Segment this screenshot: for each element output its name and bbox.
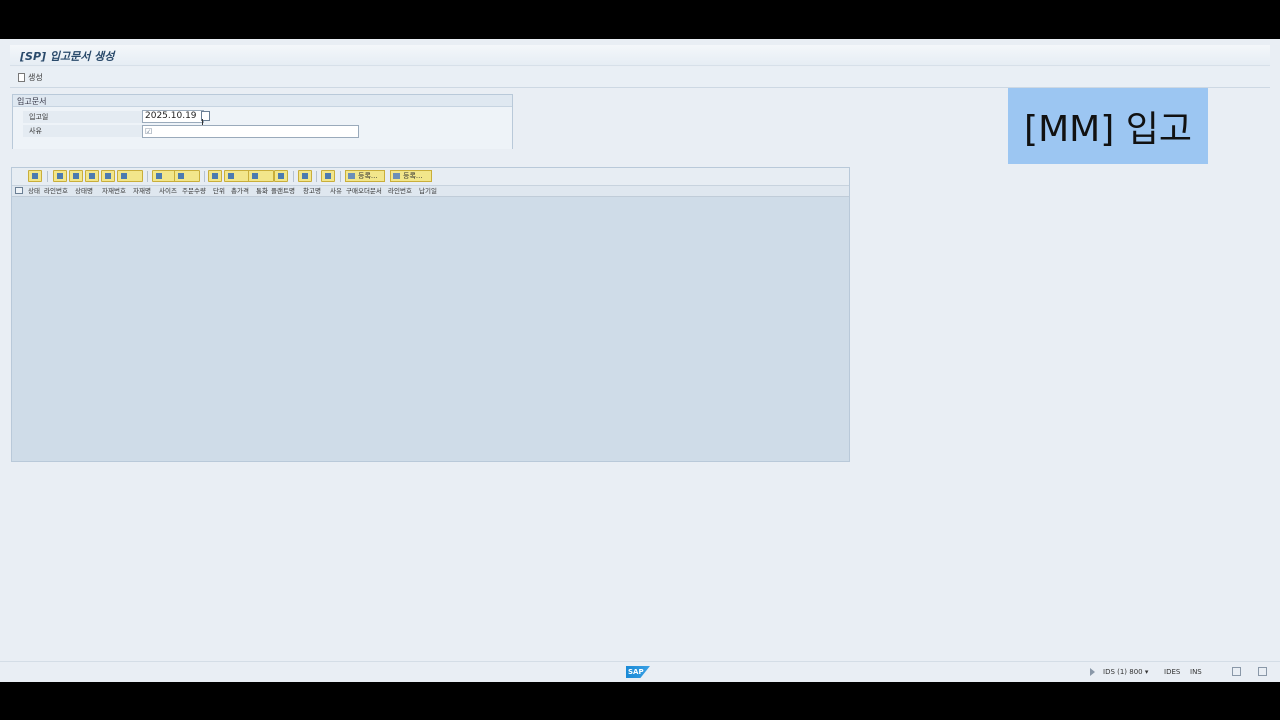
graphic-button[interactable] bbox=[298, 170, 312, 182]
find-button[interactable] bbox=[85, 170, 99, 182]
find-next-button[interactable] bbox=[101, 170, 115, 182]
column-header[interactable]: 자재번호 bbox=[102, 186, 126, 196]
sort-asc-icon bbox=[57, 173, 63, 179]
sort-descending-button[interactable] bbox=[69, 170, 83, 182]
register-button-2-label: 등록... bbox=[403, 172, 423, 180]
column-header[interactable]: 라인번호 bbox=[388, 186, 412, 196]
checkmark-icon: ☑ bbox=[145, 127, 153, 136]
register-button-1-label: 등록... bbox=[358, 172, 378, 180]
column-header[interactable]: 통화 bbox=[256, 186, 268, 196]
subtotal-button[interactable] bbox=[174, 170, 200, 182]
column-header[interactable]: 상태명 bbox=[75, 186, 93, 196]
print-button[interactable] bbox=[208, 170, 222, 182]
views-button[interactable] bbox=[224, 170, 250, 182]
document-icon bbox=[18, 72, 25, 82]
field-row-date: 입고일 2025.10.19 bbox=[13, 110, 512, 128]
column-header[interactable]: 라인번호 bbox=[44, 186, 68, 196]
info-button[interactable] bbox=[321, 170, 335, 182]
register-icon bbox=[393, 173, 400, 179]
views-icon bbox=[228, 173, 234, 179]
sap-logo: SAP bbox=[626, 666, 650, 678]
play-icon[interactable] bbox=[1090, 668, 1095, 676]
filter-button[interactable] bbox=[117, 170, 143, 182]
select-all-icon[interactable] bbox=[15, 187, 23, 194]
layout-button[interactable] bbox=[274, 170, 288, 182]
column-header[interactable]: 주문수량 bbox=[182, 186, 206, 196]
column-header[interactable]: 단위 bbox=[213, 186, 225, 196]
toolbar-separator bbox=[340, 171, 341, 182]
column-header[interactable]: 상태 bbox=[28, 186, 40, 196]
date-label: 입고일 bbox=[29, 113, 49, 121]
toolbar-separator bbox=[316, 171, 317, 182]
register-button-2[interactable]: 등록... bbox=[390, 170, 432, 182]
toolbar-separator bbox=[293, 171, 294, 182]
info-icon bbox=[325, 173, 331, 179]
insert-mode: INS bbox=[1190, 668, 1202, 676]
binoculars-icon bbox=[89, 173, 95, 179]
header-group-box: 입고문서 입고일 2025.10.19 사유 ☑ bbox=[12, 94, 513, 149]
alv-grid: 등록... 등록... 상태 라인번호 상태명 자재번호 자재명 사이즈 주문수… bbox=[11, 167, 850, 462]
sap-window: [SP] 입고문서 생성 생성 입고문서 입고일 2025.10.19 사유 ☑… bbox=[0, 39, 1280, 681]
main-content: 입고문서 입고일 2025.10.19 사유 ☑ 등록... 등록... 상태 … bbox=[10, 89, 1270, 661]
caption-overlay: [MM] 입고 bbox=[1008, 88, 1208, 164]
column-header[interactable]: 납기일 bbox=[419, 186, 437, 196]
field-row-reason: 사유 ☑ bbox=[13, 124, 512, 138]
create-button-label: 생성 bbox=[28, 72, 43, 82]
application-toolbar: 생성 bbox=[10, 67, 1270, 88]
column-header[interactable]: 총가격 bbox=[231, 186, 249, 196]
find-next-icon bbox=[105, 173, 111, 179]
reason-input[interactable]: ☑ bbox=[142, 125, 359, 138]
chart-icon bbox=[302, 173, 308, 179]
toolbar-separator bbox=[204, 171, 205, 182]
register-button-1[interactable]: 등록... bbox=[345, 170, 385, 182]
register-icon bbox=[348, 173, 355, 179]
magnifier-icon bbox=[32, 173, 38, 179]
create-button[interactable]: 생성 bbox=[18, 70, 43, 84]
toolbar-separator bbox=[47, 171, 48, 182]
group-body: 입고일 2025.10.19 사유 ☑ bbox=[13, 106, 512, 149]
dropdown-triangle-icon: ▾ bbox=[1144, 668, 1149, 676]
window-title: [SP] 입고문서 생성 bbox=[20, 50, 115, 63]
system-info[interactable]: IDS (1) 800 ▾ bbox=[1103, 668, 1148, 676]
status-icon[interactable] bbox=[1258, 667, 1267, 676]
export-icon bbox=[252, 173, 258, 179]
column-header[interactable]: 사유 bbox=[330, 186, 342, 196]
subtotal-icon bbox=[178, 173, 184, 179]
filter-icon bbox=[121, 173, 127, 179]
column-header[interactable]: 창고명 bbox=[303, 186, 321, 196]
sum-icon bbox=[156, 173, 162, 179]
layout-icon bbox=[278, 173, 284, 179]
export-button[interactable] bbox=[248, 170, 274, 182]
alv-column-header: 상태 라인번호 상태명 자재번호 자재명 사이즈 주문수량 단위 총가격 통화 … bbox=[12, 186, 849, 197]
date-input[interactable]: 2025.10.19 bbox=[142, 110, 204, 123]
status-bar: SAP IDS (1) 800 ▾ IDES INS bbox=[0, 661, 1280, 682]
system-info-text: IDS (1) 800 bbox=[1103, 668, 1143, 676]
column-header[interactable]: 플랜트명 bbox=[271, 186, 295, 196]
column-header[interactable]: 사이즈 bbox=[159, 186, 177, 196]
toolbar-separator bbox=[147, 171, 148, 182]
column-header[interactable]: 자재명 bbox=[133, 186, 151, 196]
server-info: IDES bbox=[1164, 668, 1181, 676]
printer-icon bbox=[212, 173, 218, 179]
alv-toolbar: 등록... 등록... bbox=[12, 168, 849, 186]
sort-desc-icon bbox=[73, 173, 79, 179]
details-button[interactable] bbox=[28, 170, 42, 182]
title-bar: [SP] 입고문서 생성 bbox=[10, 45, 1270, 66]
status-icon[interactable] bbox=[1232, 667, 1241, 676]
column-header[interactable]: 구매오더문서 bbox=[346, 186, 382, 196]
reason-label: 사유 bbox=[29, 127, 42, 135]
sort-ascending-button[interactable] bbox=[53, 170, 67, 182]
